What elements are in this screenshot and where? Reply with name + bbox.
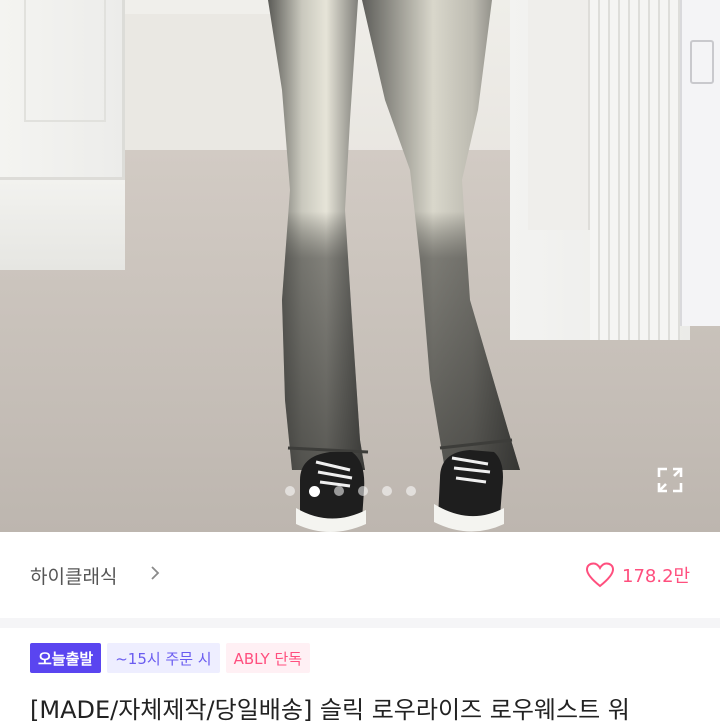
carousel-dot-active[interactable] <box>309 485 320 497</box>
carousel-dot[interactable] <box>334 486 344 496</box>
chevron-right-icon[interactable] <box>150 566 160 580</box>
badge-row: 오늘출발 ~15시 주문 시 ABLY 단독 <box>30 643 311 673</box>
order-cutoff-badge: ~15시 주문 시 <box>107 643 220 673</box>
like-button[interactable]: 178.2만 <box>586 560 690 590</box>
carousel-dot[interactable] <box>285 486 295 496</box>
product-image[interactable] <box>0 0 720 532</box>
section-divider <box>0 618 720 628</box>
like-count: 178.2만 <box>622 566 691 587</box>
expand-image-button[interactable] <box>652 462 688 498</box>
carousel-dot[interactable] <box>382 486 392 496</box>
ably-exclusive-badge: ABLY 단독 <box>225 643 311 673</box>
carousel-dot[interactable] <box>406 486 416 496</box>
shop-row: 하이클래식 178.2만 <box>0 532 720 618</box>
carousel-dot[interactable] <box>358 486 368 496</box>
today-delivery-badge: 오늘출발 <box>30 643 102 673</box>
carousel-indicator[interactable] <box>285 483 416 499</box>
jeans-photo <box>268 0 520 532</box>
shop-name-link[interactable]: 하이클래식 <box>30 562 117 589</box>
heart-outline-icon <box>586 562 614 588</box>
expand-icon <box>657 467 683 493</box>
